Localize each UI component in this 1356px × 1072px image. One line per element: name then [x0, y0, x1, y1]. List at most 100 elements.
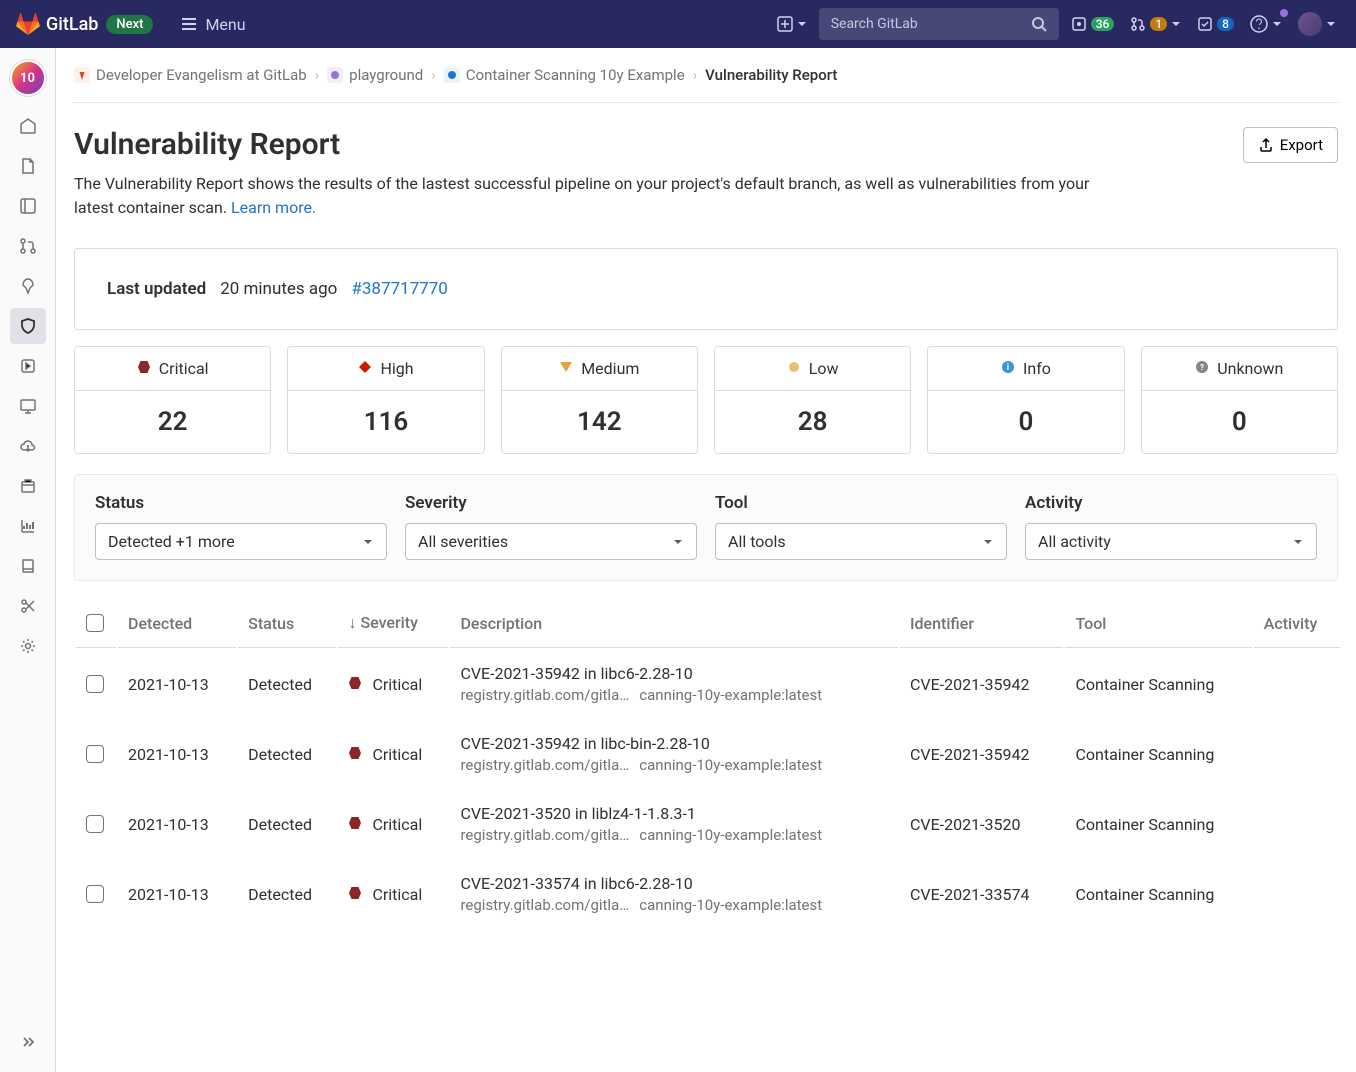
vuln-title[interactable]: CVE-2021-33574 in libc6-2.28-10 — [460, 874, 888, 893]
package-icon — [19, 477, 37, 495]
next-badge[interactable]: Next — [106, 15, 153, 34]
sidebar-item-infrastructure[interactable] — [10, 428, 46, 464]
severity-critical-icon — [137, 359, 151, 378]
filter-label: Tool — [715, 493, 1007, 513]
severity-label: High — [380, 359, 413, 378]
severity-card-high[interactable]: High 116 — [287, 346, 484, 454]
vuln-title[interactable]: CVE-2021-3520 in liblz4-1-1.8.3-1 — [460, 804, 888, 823]
main-content: Developer Evangelism at GitLab › playgro… — [56, 48, 1356, 1072]
page-title: Vulnerability Report — [74, 127, 1114, 162]
issue-icon — [1071, 16, 1087, 32]
vuln-title[interactable]: CVE-2021-35942 in libc6-2.28-10 — [460, 664, 888, 683]
col-severity[interactable]: ↓Severity — [338, 599, 448, 648]
filter-label: Status — [95, 493, 387, 513]
severity-card-medium[interactable]: Medium 142 — [501, 346, 698, 454]
table-row[interactable]: 2021-10-13 Detected Critical CVE-2021-33… — [76, 860, 1340, 928]
sidebar-item-wiki[interactable] — [10, 548, 46, 584]
row-checkbox[interactable] — [86, 815, 104, 833]
home-icon — [19, 117, 37, 135]
deploy-icon — [19, 357, 37, 375]
todo-icon — [1197, 16, 1213, 32]
menu-button[interactable]: Menu — [173, 11, 253, 38]
user-dropdown[interactable] — [1294, 8, 1340, 40]
col-identifier[interactable]: Identifier — [900, 599, 1064, 648]
brand-text: GitLab — [46, 14, 98, 35]
todos-link[interactable]: 8 — [1193, 12, 1238, 36]
learn-more-link[interactable]: Learn more. — [231, 198, 316, 217]
group-icon — [74, 67, 90, 83]
avatar-icon — [1298, 12, 1322, 36]
col-activity[interactable]: Activity — [1254, 599, 1340, 648]
sidebar-expand[interactable] — [10, 1024, 46, 1060]
breadcrumb-item[interactable]: Container Scanning 10y Example — [444, 66, 685, 84]
severity-label: Medium — [581, 359, 639, 378]
row-checkbox[interactable] — [86, 675, 104, 693]
sidebar: 10 — [0, 48, 56, 1072]
export-button[interactable]: Export — [1243, 127, 1338, 163]
col-tool[interactable]: Tool — [1065, 599, 1251, 648]
create-dropdown[interactable] — [773, 12, 811, 36]
vuln-title[interactable]: CVE-2021-35942 in libc-bin-2.28-10 — [460, 734, 888, 753]
project-avatar[interactable]: 10 — [10, 60, 46, 96]
breadcrumb-item[interactable]: playground — [327, 66, 423, 84]
hamburger-icon — [181, 16, 197, 32]
sidebar-item-settings[interactable] — [10, 628, 46, 664]
cell-severity: Critical — [338, 650, 448, 718]
severity-card-unknown[interactable]: ? Unknown 0 — [1141, 346, 1338, 454]
col-detected[interactable]: Detected — [118, 599, 236, 648]
severity-count: 0 — [1142, 391, 1337, 453]
cell-identifier: CVE-2021-35942 — [900, 720, 1064, 788]
cell-identifier: CVE-2021-3520 — [900, 790, 1064, 858]
help-dropdown[interactable] — [1246, 11, 1286, 37]
question-icon — [1250, 15, 1268, 33]
sidebar-item-cicd[interactable] — [10, 268, 46, 304]
cell-tool: Container Scanning — [1065, 650, 1251, 718]
chevron-down-icon — [797, 19, 807, 29]
last-updated-label: Last updated — [107, 279, 206, 299]
table-row[interactable]: 2021-10-13 Detected Critical CVE-2021-35… — [76, 650, 1340, 718]
sidebar-item-mr[interactable] — [10, 228, 46, 264]
filter-activity-select[interactable]: All activity — [1025, 523, 1317, 560]
severity-card-info[interactable]: i Info 0 — [927, 346, 1124, 454]
search-box[interactable] — [819, 8, 1059, 40]
severity-cards: Critical 22 High 116 Medium 142 Low 28 — [74, 346, 1338, 454]
row-checkbox[interactable] — [86, 745, 104, 763]
sidebar-item-repository[interactable] — [10, 148, 46, 184]
search-input[interactable] — [831, 16, 1031, 32]
export-icon — [1258, 137, 1274, 153]
issues-link[interactable]: 36 — [1067, 12, 1119, 36]
page-description: The Vulnerability Report shows the resul… — [74, 172, 1114, 220]
mr-link[interactable]: 1 — [1126, 12, 1185, 36]
filter-status-select[interactable]: Detected +1 more — [95, 523, 387, 560]
filter-severity-select[interactable]: All severities — [405, 523, 697, 560]
select-all-checkbox[interactable] — [86, 614, 104, 632]
col-status[interactable]: Status — [238, 599, 336, 648]
filter-label: Severity — [405, 493, 697, 513]
sidebar-item-issues[interactable] — [10, 188, 46, 224]
gear-icon — [19, 637, 37, 655]
gitlab-logo[interactable]: GitLab — [16, 12, 98, 36]
severity-low-icon — [787, 359, 801, 378]
row-checkbox[interactable] — [86, 885, 104, 903]
filter-tool-select[interactable]: All tools — [715, 523, 1007, 560]
sidebar-item-analytics[interactable] — [10, 508, 46, 544]
filter-value: All activity — [1038, 532, 1111, 551]
plus-square-icon — [777, 16, 793, 32]
sidebar-item-snippets[interactable] — [10, 588, 46, 624]
chevron-down-icon — [362, 536, 374, 548]
table-row[interactable]: 2021-10-13 Detected Critical CVE-2021-35… — [76, 790, 1340, 858]
group-icon — [327, 67, 343, 83]
merge-icon — [19, 237, 37, 255]
sidebar-item-monitor[interactable] — [10, 388, 46, 424]
breadcrumb-item[interactable]: Developer Evangelism at GitLab — [74, 66, 307, 84]
sidebar-item-security[interactable] — [10, 308, 46, 344]
pipeline-link[interactable]: #387717770 — [351, 279, 447, 299]
sidebar-item-packages[interactable] — [10, 468, 46, 504]
table-row[interactable]: 2021-10-13 Detected Critical CVE-2021-35… — [76, 720, 1340, 788]
severity-card-low[interactable]: Low 28 — [714, 346, 911, 454]
col-description[interactable]: Description — [450, 599, 898, 648]
monitor-icon — [19, 397, 37, 415]
severity-card-critical[interactable]: Critical 22 — [74, 346, 271, 454]
sidebar-item-deployments[interactable] — [10, 348, 46, 384]
sidebar-item-project[interactable] — [10, 108, 46, 144]
